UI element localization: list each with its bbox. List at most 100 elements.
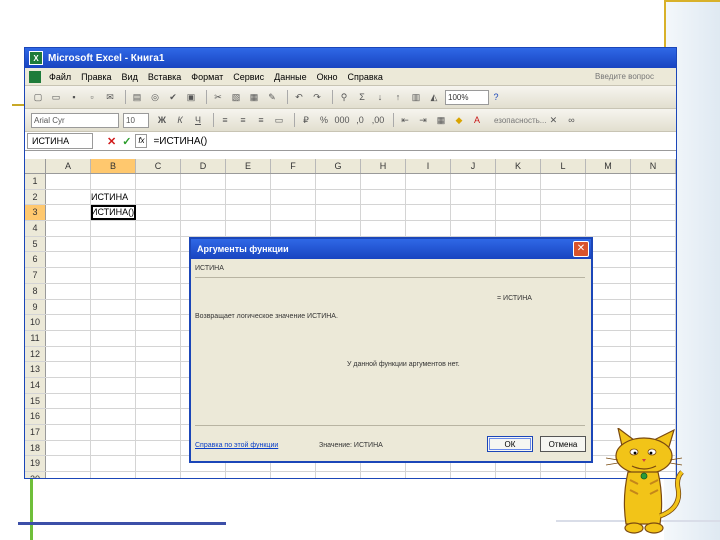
autosum-icon[interactable]: Σ bbox=[355, 90, 369, 104]
menu-view[interactable]: Вид bbox=[122, 72, 138, 82]
cell-b7[interactable] bbox=[91, 268, 136, 283]
enter-icon[interactable]: ✓ bbox=[122, 135, 131, 148]
paste-icon[interactable]: ▦ bbox=[247, 90, 261, 104]
cell-g3[interactable] bbox=[316, 205, 361, 221]
cell-b17[interactable] bbox=[91, 425, 136, 440]
percent-icon[interactable]: % bbox=[317, 113, 331, 127]
save-icon[interactable]: ▪ bbox=[67, 90, 81, 104]
cell-b14[interactable] bbox=[91, 377, 136, 393]
cell-m4[interactable] bbox=[586, 221, 631, 236]
row-header[interactable]: 3 bbox=[25, 205, 46, 221]
select-all-corner[interactable] bbox=[25, 159, 46, 173]
cell-h20[interactable] bbox=[361, 472, 406, 478]
cell-c12[interactable] bbox=[136, 346, 181, 362]
cell-c5[interactable] bbox=[136, 236, 181, 252]
cell-b19[interactable] bbox=[91, 456, 136, 472]
cell-a8[interactable] bbox=[46, 283, 91, 299]
insert-function-icon[interactable]: fx bbox=[135, 134, 148, 148]
spelling-icon[interactable]: ✔ bbox=[166, 90, 180, 104]
cell-e3[interactable] bbox=[226, 205, 271, 221]
cell-b9[interactable] bbox=[91, 299, 136, 315]
column-header-a[interactable]: A bbox=[46, 159, 91, 173]
cell-b13[interactable] bbox=[91, 362, 136, 377]
cell-f1[interactable] bbox=[271, 174, 316, 189]
new-icon[interactable]: ▢ bbox=[31, 90, 45, 104]
cell-c11[interactable] bbox=[136, 330, 181, 346]
row-header[interactable]: 2 bbox=[25, 189, 46, 205]
ok-button[interactable]: ОК bbox=[487, 436, 533, 452]
cell-n12[interactable] bbox=[631, 346, 676, 362]
menu-format[interactable]: Формат bbox=[191, 72, 223, 82]
cell-i1[interactable] bbox=[406, 174, 451, 189]
cell-b15[interactable] bbox=[91, 393, 136, 409]
cell-c17[interactable] bbox=[136, 425, 181, 440]
cell-e1[interactable] bbox=[226, 174, 271, 189]
column-header-c[interactable]: C bbox=[136, 159, 181, 173]
cell-c6[interactable] bbox=[136, 252, 181, 268]
row-header[interactable]: 20 bbox=[25, 472, 46, 478]
cell-j1[interactable] bbox=[451, 174, 496, 189]
cell-b4[interactable] bbox=[91, 221, 136, 236]
menu-help[interactable]: Справка bbox=[348, 72, 383, 82]
cell-n13[interactable] bbox=[631, 362, 676, 377]
copy-icon[interactable]: ▧ bbox=[229, 90, 243, 104]
cell-a17[interactable] bbox=[46, 425, 91, 440]
cell-e4[interactable] bbox=[226, 221, 271, 236]
print-icon[interactable]: ▤ bbox=[130, 90, 144, 104]
cell-f20[interactable] bbox=[271, 472, 316, 478]
increase-decimal-icon[interactable]: ,0 bbox=[353, 113, 367, 127]
cell-n14[interactable] bbox=[631, 377, 676, 393]
cell-e20[interactable] bbox=[226, 472, 271, 478]
underline-icon[interactable]: Ч bbox=[191, 113, 205, 127]
cell-i20[interactable] bbox=[406, 472, 451, 478]
row-header[interactable]: 14 bbox=[25, 377, 46, 393]
row-header[interactable]: 19 bbox=[25, 456, 46, 472]
row-header[interactable]: 7 bbox=[25, 268, 46, 283]
email-icon[interactable]: ✉ bbox=[103, 90, 117, 104]
row-header[interactable]: 8 bbox=[25, 283, 46, 299]
column-header-b[interactable]: B bbox=[91, 159, 136, 173]
decrease-decimal-icon[interactable]: ,00 bbox=[371, 113, 385, 127]
column-header-e[interactable]: E bbox=[226, 159, 271, 173]
tools-icon[interactable]: ✕ bbox=[546, 113, 560, 127]
cell-c19[interactable] bbox=[136, 456, 181, 472]
drawing-icon[interactable]: ◭ bbox=[427, 90, 441, 104]
format-painter-icon[interactable]: ✎ bbox=[265, 90, 279, 104]
cell-b20[interactable] bbox=[91, 472, 136, 478]
cell-n8[interactable] bbox=[631, 283, 676, 299]
cell-n16[interactable] bbox=[631, 409, 676, 424]
undo-icon[interactable]: ↶ bbox=[292, 90, 306, 104]
cell-c20[interactable] bbox=[136, 472, 181, 478]
cell-n11[interactable] bbox=[631, 330, 676, 346]
cell-e2[interactable] bbox=[226, 189, 271, 205]
cell-n1[interactable] bbox=[631, 174, 676, 189]
row-header[interactable]: 12 bbox=[25, 346, 46, 362]
cell-c8[interactable] bbox=[136, 283, 181, 299]
currency-icon[interactable]: ₽ bbox=[299, 113, 313, 127]
font-select[interactable]: Arial Cyr bbox=[31, 112, 119, 128]
cell-g2[interactable] bbox=[316, 189, 361, 205]
thousands-icon[interactable]: 000 bbox=[334, 113, 349, 127]
cell-j4[interactable] bbox=[451, 221, 496, 236]
row-header[interactable]: 9 bbox=[25, 299, 46, 315]
column-header-k[interactable]: K bbox=[496, 159, 541, 173]
menu-file[interactable]: Файл bbox=[49, 72, 71, 82]
column-header-i[interactable]: I bbox=[406, 159, 451, 173]
help-question-box[interactable]: Введите вопрос bbox=[595, 72, 654, 81]
cell-j2[interactable] bbox=[451, 189, 496, 205]
cell-j3[interactable] bbox=[451, 205, 496, 221]
cell-c1[interactable] bbox=[136, 174, 181, 189]
cell-b5[interactable] bbox=[91, 236, 136, 252]
ink-icon[interactable]: ∞ bbox=[564, 113, 578, 127]
decrease-indent-icon[interactable]: ⇤ bbox=[398, 113, 412, 127]
preview-icon[interactable]: ◎ bbox=[148, 90, 162, 104]
cell-n6[interactable] bbox=[631, 252, 676, 268]
open-icon[interactable]: ▭ bbox=[49, 90, 63, 104]
cell-b8[interactable] bbox=[91, 283, 136, 299]
cell-a2[interactable] bbox=[46, 189, 91, 205]
borders-icon[interactable]: ▦ bbox=[434, 113, 448, 127]
cell-a3[interactable] bbox=[46, 205, 91, 221]
menu-data[interactable]: Данные bbox=[274, 72, 307, 82]
font-color-icon[interactable]: A bbox=[470, 113, 484, 127]
cell-a11[interactable] bbox=[46, 330, 91, 346]
